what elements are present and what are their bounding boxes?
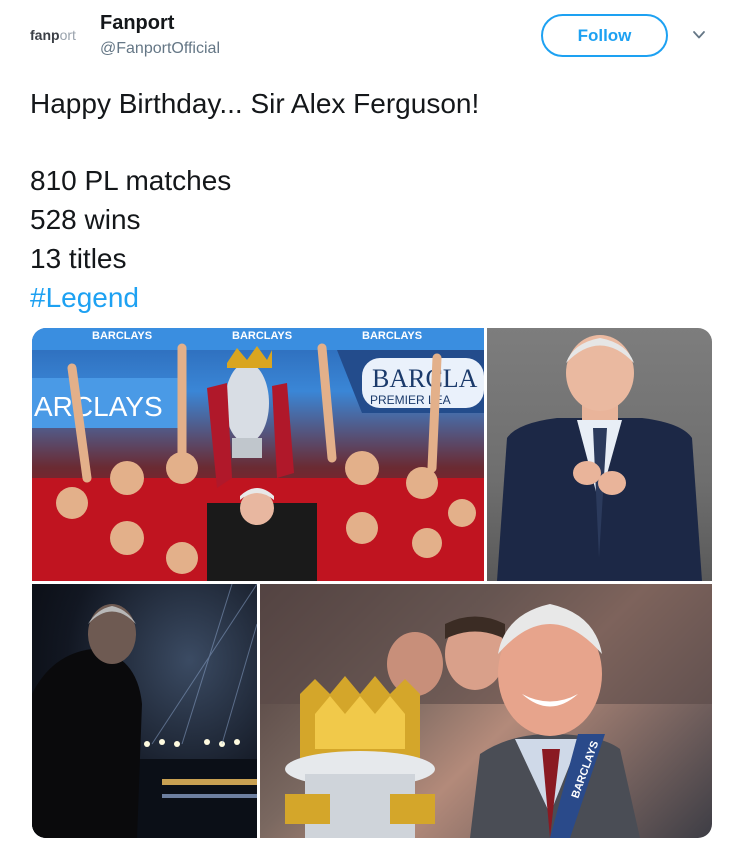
banner-text: BARCLAYS xyxy=(232,330,292,342)
board-text: BARCLA xyxy=(372,364,478,393)
photo-team-celebration[interactable]: BARCLAYS BARCLAYS BARCLAYS ARCLAYS BARCL… xyxy=(32,328,484,581)
tweet-line: 528 wins xyxy=(30,204,141,235)
avatar[interactable]: fanp o rt xyxy=(30,20,90,50)
banner-text: BARCLAYS xyxy=(92,330,152,342)
follow-button[interactable]: Follow xyxy=(541,14,668,57)
avatar-logo-part: o xyxy=(59,27,68,43)
avatar-logo-part: rt xyxy=(67,27,76,43)
photo-trophy-smile[interactable]: BARCLAYS xyxy=(260,584,712,838)
tweet-header: fanp o rt Fanport @FanportOfficial Follow xyxy=(0,0,750,80)
tweet-line-gap xyxy=(30,123,720,161)
photo-stadium[interactable] xyxy=(32,584,257,838)
avatar-logo-part: fanp xyxy=(30,27,60,43)
board-text: ARCLAYS xyxy=(34,391,163,422)
chevron-down-icon[interactable] xyxy=(692,28,706,42)
banner-text: BARCLAYS xyxy=(362,330,422,342)
photo-grid: BARCLAYS BARCLAYS BARCLAYS ARCLAYS BARCL… xyxy=(32,328,712,838)
hashtag-link[interactable]: #Legend xyxy=(30,278,720,317)
account-name[interactable]: Fanport xyxy=(100,12,174,35)
account-handle[interactable]: @FanportOfficial xyxy=(100,40,220,58)
tweet-text: Happy Birthday... Sir Alex Ferguson! 810… xyxy=(30,84,720,317)
tweet-line: 810 PL matches xyxy=(30,165,232,196)
photo-portrait[interactable] xyxy=(487,328,712,581)
tweet-line: Happy Birthday... Sir Alex Ferguson! xyxy=(30,88,480,119)
tweet-line: 13 titles xyxy=(30,243,127,274)
